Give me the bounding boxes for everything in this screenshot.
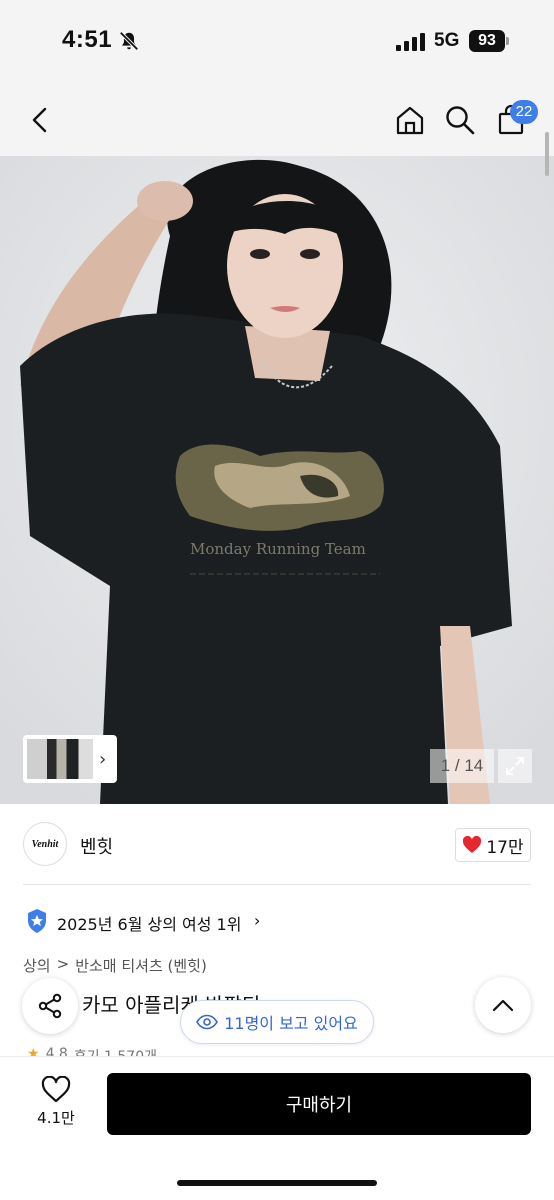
breadcrumb-separator: > [56, 955, 70, 973]
live-viewers-text: 11명이 보고 있어요 [224, 1014, 358, 1033]
chevron-up-icon [492, 999, 514, 1012]
share-button[interactable] [22, 978, 78, 1034]
divider [23, 884, 531, 885]
heart-outline-icon [41, 1076, 71, 1103]
breadcrumb-category[interactable]: 상의 [23, 955, 51, 976]
image-page-counter: 1 / 14 [430, 749, 494, 783]
wishlist-button[interactable]: 4.1만 [30, 1076, 82, 1132]
heart-filled-icon [463, 836, 482, 853]
battery-tip [506, 37, 509, 45]
brand-logo[interactable]: Venhit [23, 822, 67, 866]
ranking-link[interactable]: 2025년 6월 상의 여성 1위 [57, 911, 241, 935]
cellular-signal-icon [396, 33, 425, 51]
chevron-right-icon: › [99, 748, 107, 770]
back-button[interactable] [22, 102, 58, 138]
shirt-print-script: Monday Running Team [190, 540, 366, 558]
buy-button[interactable]: 구매하기 [107, 1073, 531, 1135]
brand-like-button[interactable]: 17만 [455, 828, 531, 862]
cart-count-badge: 22 [510, 100, 538, 124]
brand-like-count: 17만 [486, 837, 524, 858]
home-indicator [177, 1180, 377, 1186]
breadcrumb-subcategory[interactable]: 반소매 티셔츠 (벤힛) [75, 955, 207, 976]
review-count[interactable]: 후기 1,570개 [74, 1046, 157, 1056]
ranking-badge-icon [28, 909, 46, 933]
scrollbar [545, 132, 549, 176]
thumbnail-strip-button[interactable]: › [23, 735, 117, 783]
chevron-left-icon [32, 107, 47, 133]
brand-name[interactable]: 벤힛 [80, 833, 113, 859]
product-image-gallery[interactable]: Monday Running Team [0, 156, 554, 804]
status-time: 4:51 [62, 26, 113, 53]
status-bar: 4:51 5G 93 [0, 0, 554, 84]
home-button[interactable] [392, 102, 428, 138]
share-icon [38, 993, 62, 1019]
network-label: 5G [434, 30, 460, 51]
search-icon [446, 106, 475, 135]
scroll-to-top-button[interactable] [475, 977, 531, 1033]
breadcrumb: 상의 > 반소매 티셔츠 (벤힛) [23, 955, 207, 976]
rating-score: 4.8 [45, 1046, 68, 1056]
expand-image-button[interactable] [498, 749, 532, 783]
thumbnail-image [27, 739, 93, 779]
wishlist-count: 4.1만 [37, 1109, 75, 1127]
expand-icon [506, 757, 524, 775]
star-icon: ★ [27, 1046, 40, 1056]
rating-row: ★ 4.8 후기 1,570개 [27, 1046, 157, 1056]
live-viewers-pill: 11명이 보고 있어요 [180, 1000, 374, 1044]
bell-muted-icon [119, 31, 139, 51]
chevron-right-icon: › [254, 911, 261, 930]
top-nav-bar [0, 84, 554, 156]
home-icon [396, 106, 424, 135]
product-photo: Monday Running Team [0, 156, 554, 804]
search-button[interactable] [442, 102, 478, 138]
eye-icon [196, 1014, 219, 1030]
battery-icon: 93 [469, 30, 505, 52]
